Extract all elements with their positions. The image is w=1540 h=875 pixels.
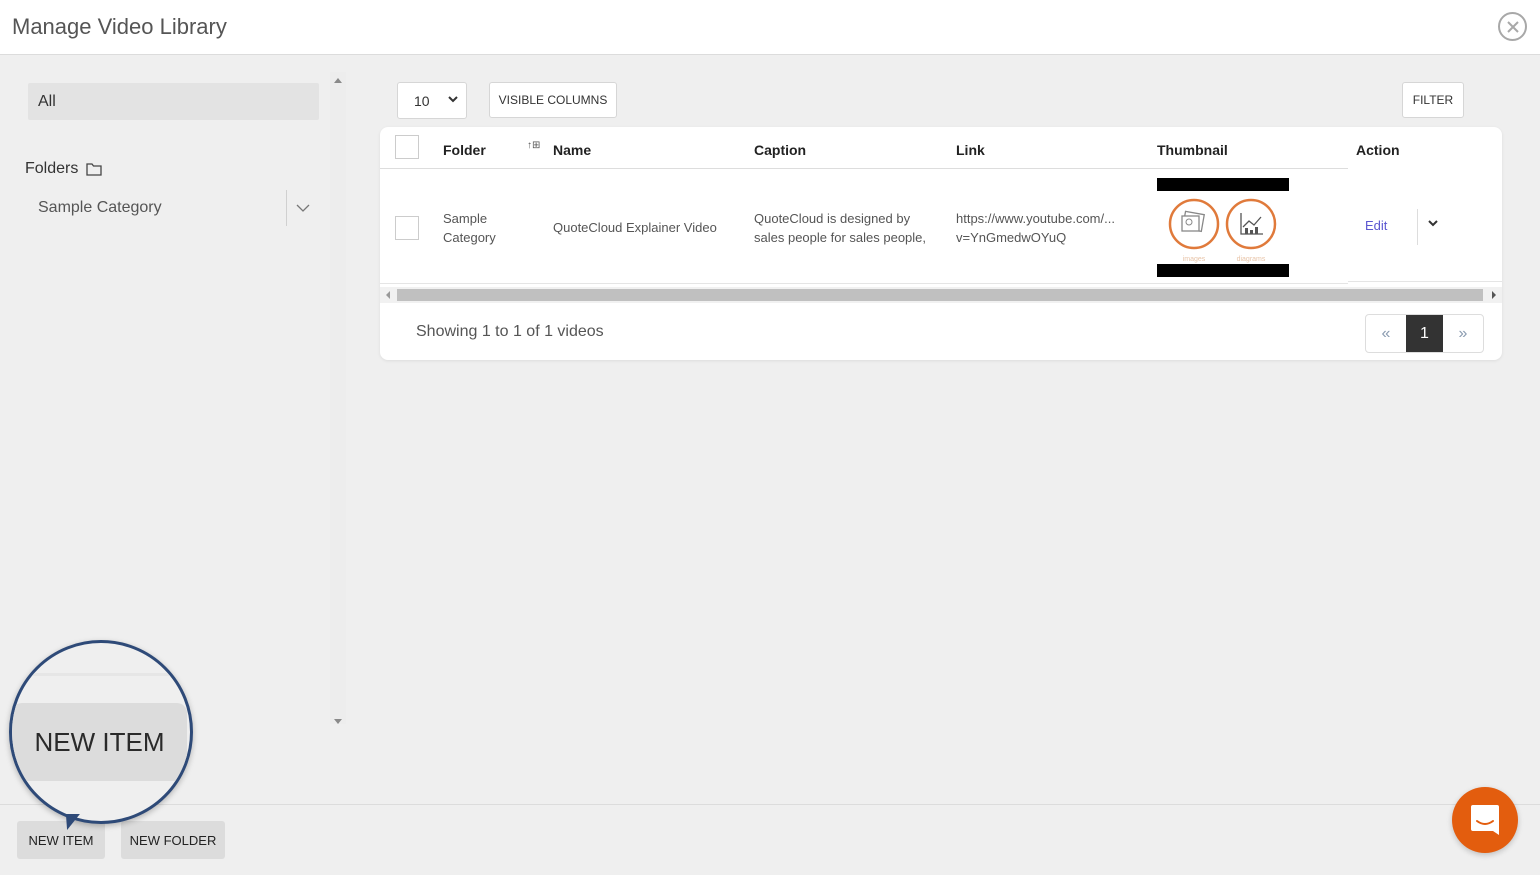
cell-folder: Sample Category — [443, 209, 496, 247]
cell-caption-line2: sales people for sales people, — [754, 230, 927, 245]
close-icon — [1506, 20, 1519, 33]
sidebar-scrollbar[interactable] — [330, 72, 346, 724]
sidebar-folder-sample-category: Sample Category — [28, 190, 319, 226]
column-header-link[interactable]: Link — [956, 142, 985, 158]
scrollbar-thumb[interactable] — [397, 289, 1483, 301]
cell-folder-line2: Category — [443, 230, 496, 245]
select-all-checkbox[interactable] — [395, 135, 419, 159]
cell-caption: QuoteCloud is designed by sales people f… — [754, 209, 926, 247]
thumbnail-label-diagrams: diagrams — [1237, 256, 1266, 263]
sort-az-icon[interactable]: ↑⊞ — [527, 140, 540, 151]
dialog-header: Manage Video Library — [0, 0, 1540, 55]
column-header-folder[interactable]: Folder — [443, 142, 486, 158]
edit-link[interactable]: Edit — [1365, 218, 1387, 233]
dialog-title: Manage Video Library — [12, 14, 227, 39]
pagination-next-button[interactable]: » — [1443, 315, 1483, 352]
callout-magnifier: NEW ITEM — [9, 640, 193, 824]
thumbnail-image: images diagrams — [1168, 198, 1277, 263]
chevron-down-icon — [296, 204, 310, 212]
folders-heading: Folders — [25, 160, 103, 178]
chat-launcher-button[interactable] — [1452, 787, 1518, 853]
cell-link: https://www.youtube.com/... v=YnGmedwOYu… — [956, 209, 1115, 247]
column-header-caption[interactable]: Caption — [754, 142, 806, 158]
video-thumbnail[interactable]: images diagrams — [1157, 178, 1289, 277]
row-divider — [380, 283, 1348, 284]
chevron-down-icon — [448, 96, 458, 103]
close-button[interactable] — [1498, 12, 1527, 41]
sidebar-item-all[interactable]: All — [28, 83, 319, 120]
table-horizontal-scrollbar[interactable] — [380, 287, 1502, 303]
pagination: « 1 » — [1365, 314, 1484, 353]
folder-label[interactable]: Sample Category — [28, 199, 286, 217]
column-header-action: Action — [1356, 142, 1400, 158]
cell-link-line2: v=YnGmedwOYuQ — [956, 230, 1067, 245]
chat-icon — [1471, 805, 1499, 835]
action-divider — [1417, 209, 1418, 245]
column-header-thumbnail[interactable]: Thumbnail — [1157, 142, 1228, 158]
new-folder-button[interactable]: NEW FOLDER — [121, 821, 225, 859]
scroll-right-arrow-icon[interactable] — [1492, 291, 1496, 299]
scroll-down-arrow-icon[interactable] — [334, 719, 342, 724]
folders-label: Folders — [25, 160, 79, 177]
row-actions-dropdown-icon[interactable] — [1428, 220, 1438, 227]
pagination-page-1[interactable]: 1 — [1406, 315, 1443, 352]
video-table-card: Folder ↑⊞ Name Caption Link Thumbnail Ac… — [380, 127, 1502, 360]
thumbnail-label-images: images — [1183, 256, 1206, 263]
folder-expand-button[interactable] — [287, 190, 319, 226]
page-size-select[interactable]: 10 — [397, 82, 467, 119]
filter-button[interactable]: FILTER — [1402, 82, 1464, 118]
table-header: Folder ↑⊞ Name Caption Link Thumbnail — [380, 127, 1348, 169]
thumbnail-letterbox-top — [1157, 178, 1289, 191]
scroll-left-arrow-icon[interactable] — [386, 291, 390, 299]
visible-columns-button[interactable]: VISIBLE COLUMNS — [489, 82, 617, 118]
row-divider-action — [1348, 281, 1502, 282]
scroll-up-arrow-icon[interactable] — [334, 78, 342, 83]
row-checkbox[interactable] — [395, 216, 419, 240]
pagination-prev-button[interactable]: « — [1366, 315, 1406, 352]
dialog-footer: NEW ITEM NEW FOLDER — [0, 804, 1540, 875]
page-size-value: 10 — [414, 92, 430, 109]
pagination-summary: Showing 1 to 1 of 1 videos — [416, 323, 604, 340]
cell-caption-line1: QuoteCloud is designed by — [754, 211, 911, 226]
column-header-name[interactable]: Name — [553, 142, 591, 158]
magnified-new-item-label: NEW ITEM — [12, 703, 187, 781]
cell-link-line1: https://www.youtube.com/... — [956, 211, 1115, 226]
cell-name: QuoteCloud Explainer Video — [553, 220, 717, 235]
magnifier-divider — [12, 673, 190, 676]
cell-folder-line1: Sample — [443, 211, 488, 226]
folder-icon — [86, 163, 103, 176]
thumbnail-letterbox-bottom — [1157, 264, 1289, 277]
